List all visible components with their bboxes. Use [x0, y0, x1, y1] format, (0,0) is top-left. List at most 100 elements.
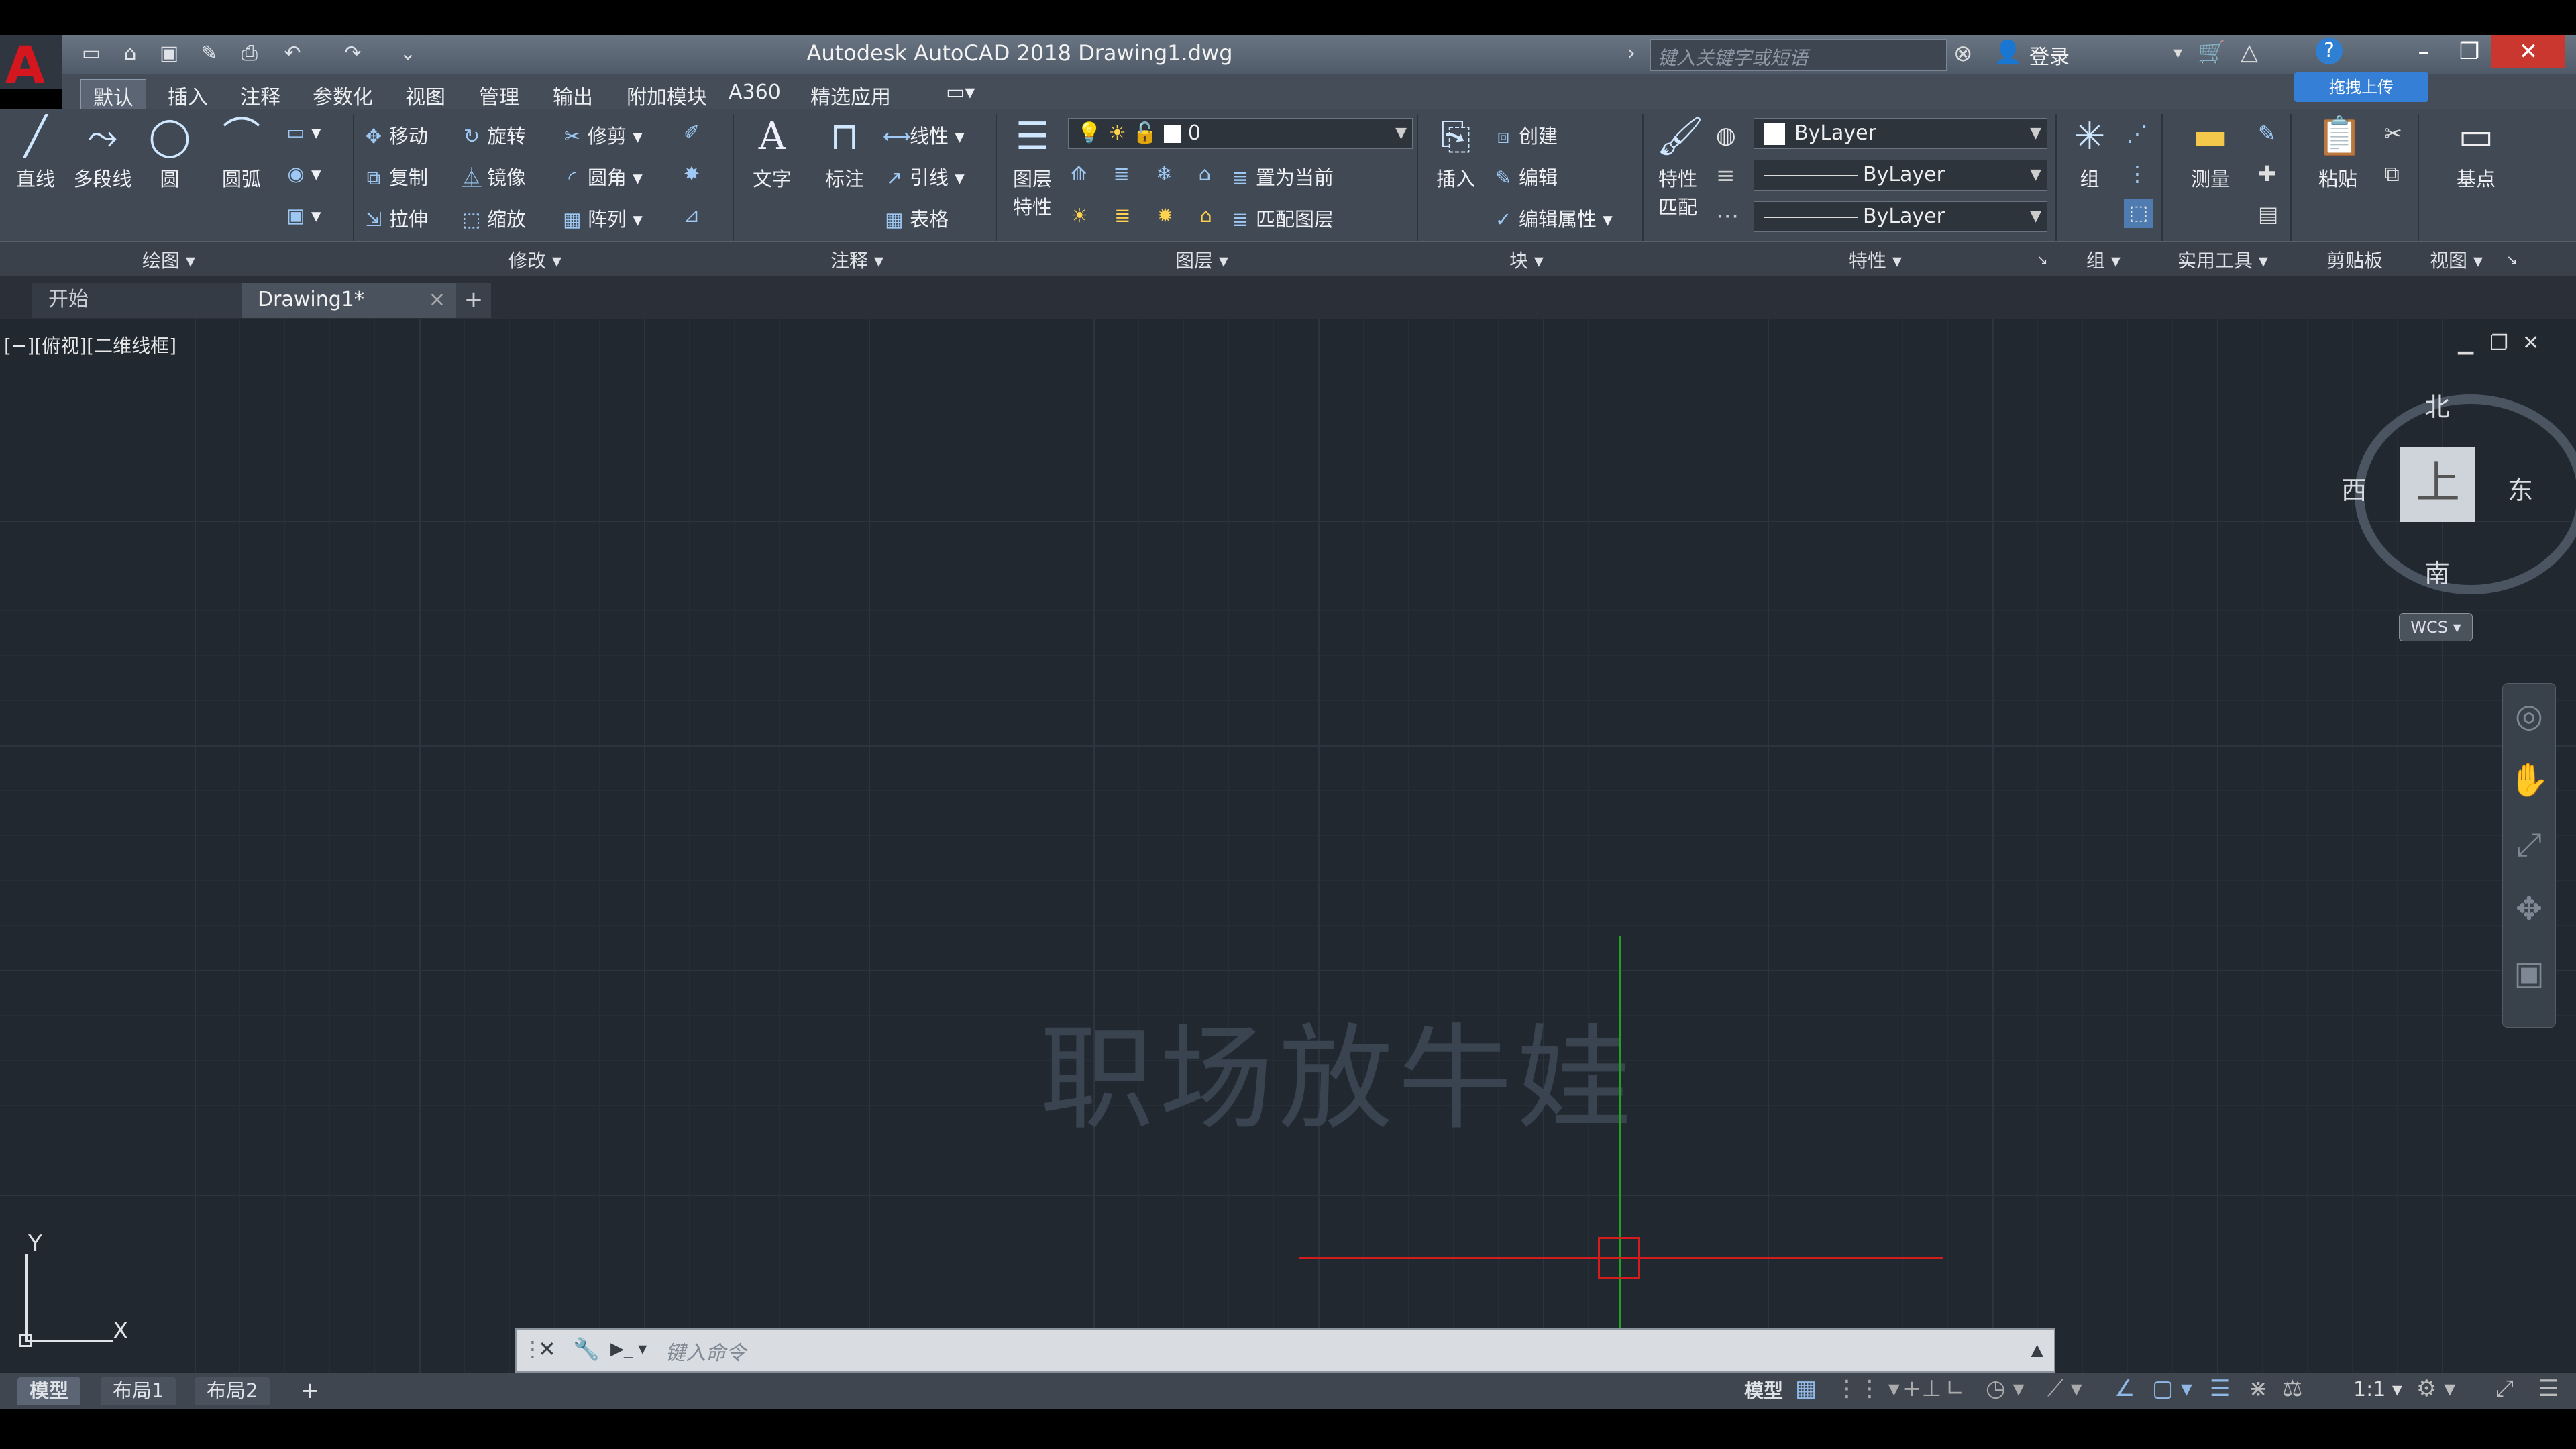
- cart-icon[interactable]: 🛒: [2198, 39, 2226, 66]
- grid-icon[interactable]: ▦: [1795, 1375, 1817, 1402]
- scale-tool[interactable]: ⬚ 缩放: [460, 204, 526, 232]
- layer-off-icon[interactable]: ⟰: [1071, 162, 1087, 185]
- layout-tab-model[interactable]: 模型: [17, 1377, 81, 1405]
- snap-icon[interactable]: ⋮⋮ ▾: [1835, 1375, 1900, 1402]
- rotate-tool[interactable]: ↻ 旋转: [460, 121, 526, 149]
- new-tab-button[interactable]: +: [456, 283, 491, 318]
- circle-tool[interactable]: ◯ 圆: [140, 115, 200, 192]
- color-dropdown[interactable]: ByLayer ▼: [1754, 118, 2047, 149]
- layer-lock-icon[interactable]: ⌂: [1199, 162, 1211, 185]
- login-button[interactable]: 登录: [2029, 40, 2070, 70]
- tab-a360[interactable]: A360: [716, 79, 793, 105]
- layer-unisolate-icon[interactable]: ≣: [1114, 204, 1130, 227]
- compass-south[interactable]: 南: [2424, 553, 2450, 590]
- edit-attributes-tool[interactable]: ✓ 编辑属性 ▾: [1492, 204, 1613, 232]
- fullscreen-icon[interactable]: ⤢: [2496, 1375, 2514, 1402]
- a360-icon[interactable]: △: [2241, 39, 2258, 66]
- table-tool[interactable]: ▦ 表格: [883, 204, 949, 232]
- copy-tool[interactable]: ⧉ 复制: [362, 162, 428, 191]
- compass-east[interactable]: 东: [2508, 470, 2533, 506]
- edit-block-tool[interactable]: ✎ 编辑: [1492, 162, 1558, 191]
- panel-layers[interactable]: 图层 ▾: [1175, 246, 1228, 273]
- move-tool[interactable]: ✥ 移动: [362, 121, 428, 149]
- measure-tool[interactable]: ▬ 测量: [2174, 115, 2247, 192]
- panel-block[interactable]: 块 ▾: [1509, 246, 1544, 273]
- tab-drawing1[interactable]: Drawing1* ×: [241, 283, 459, 318]
- panel-draw[interactable]: 绘图 ▾: [142, 246, 195, 273]
- match-properties-tool[interactable]: 🖌 特性 匹配: [1648, 115, 1708, 220]
- hatch-tool[interactable]: ◉ ▾: [284, 162, 321, 185]
- view-launcher-icon[interactable]: ↘: [2506, 252, 2518, 268]
- copy-clip-icon[interactable]: ⧉: [2384, 161, 2400, 187]
- command-line[interactable]: ⋮ ✕ 🔧 ▶_ ▾ 键入命令 ▲: [515, 1328, 2055, 1373]
- object-snap-tracking-icon[interactable]: ∠: [2114, 1375, 2135, 1402]
- layer-on-icon[interactable]: ☀: [1071, 204, 1088, 227]
- orbit-icon[interactable]: ✥: [2503, 877, 2555, 941]
- layout-tab-2[interactable]: 布局2: [195, 1377, 270, 1405]
- open-folder-icon[interactable]: ⌂: [119, 43, 141, 64]
- ribbon-options-icon[interactable]: ▭▾: [934, 79, 987, 105]
- application-menu-button[interactable]: A: [0, 35, 62, 95]
- viewport-minimize-icon[interactable]: ▁: [2458, 331, 2473, 355]
- lineweight-display-icon[interactable]: ☰: [2210, 1375, 2230, 1402]
- viewport-controls-label[interactable]: [−][俯视][二维线框]: [4, 331, 176, 358]
- object-snap-icon[interactable]: ▢ ▾: [2152, 1375, 2192, 1402]
- ungroup-icon[interactable]: ⋰: [2127, 121, 2148, 146]
- lineweight-dropdown[interactable]: ByLayer ▼: [1754, 201, 2047, 232]
- help-icon[interactable]: ?: [2316, 38, 2343, 64]
- line-tool[interactable]: ╱ 直线: [5, 115, 66, 192]
- pan-hand-icon[interactable]: ✋: [2503, 748, 2555, 812]
- insert-block-tool[interactable]: ⎘ 插入: [1424, 115, 1488, 192]
- add-layout-icon[interactable]: +: [288, 1377, 332, 1405]
- cut-icon[interactable]: ✂: [2384, 121, 2402, 146]
- array-tool[interactable]: ▦ 阵列 ▾: [561, 204, 643, 232]
- panel-utilities[interactable]: 实用工具 ▾: [2178, 246, 2268, 273]
- basepoint-tool[interactable]: ▭ 基点: [2439, 115, 2513, 192]
- viewport-restore-icon[interactable]: ❐: [2490, 331, 2508, 355]
- region-tool[interactable]: ▣ ▾: [284, 204, 321, 227]
- quick-select-icon[interactable]: ✎: [2258, 121, 2276, 146]
- wcs-menu-button[interactable]: WCS ▾: [2399, 613, 2473, 641]
- panel-groups[interactable]: 组 ▾: [2086, 246, 2121, 273]
- group-tool[interactable]: ✳ 组: [2059, 115, 2120, 192]
- dimension-tool[interactable]: ⊓ 标注: [814, 115, 875, 192]
- compass-north[interactable]: 北: [2424, 386, 2450, 423]
- command-prompt-icon[interactable]: ▶_ ▾: [610, 1339, 647, 1359]
- compass-west[interactable]: 西: [2341, 470, 2367, 506]
- tab-default[interactable]: 默认: [80, 79, 146, 112]
- trim-tool[interactable]: ✂ 修剪 ▾: [561, 121, 643, 149]
- layer-dropdown[interactable]: 💡 ☀ 🔓 0 ▼: [1068, 118, 1413, 149]
- set-current-tool[interactable]: ≣ 置为当前: [1229, 162, 1334, 191]
- ortho-icon[interactable]: ∟: [1945, 1375, 1965, 1402]
- login-dropdown-icon[interactable]: ▾: [2174, 43, 2182, 63]
- tab-annotate[interactable]: 注释: [228, 79, 292, 111]
- rectangle-tool[interactable]: ▭ ▾: [284, 121, 321, 144]
- linetype-dropdown[interactable]: ByLayer ▼: [1754, 160, 2047, 191]
- customization-menu-icon[interactable]: ☰: [2538, 1375, 2559, 1402]
- maximize-icon[interactable]: ❐: [2446, 35, 2493, 68]
- command-history-icon[interactable]: ▲: [2031, 1340, 2043, 1359]
- layer-unlock-icon[interactable]: ⌂: [1199, 204, 1212, 227]
- print-icon[interactable]: ⎙: [239, 43, 260, 64]
- offset-tool[interactable]: ⊿: [680, 204, 707, 227]
- chevron-right-icon[interactable]: ›: [1627, 42, 1635, 65]
- create-block-tool[interactable]: ⧈ 创建: [1492, 121, 1558, 149]
- infer-constraints-icon[interactable]: +⊥: [1902, 1375, 1941, 1402]
- paste-tool[interactable]: 📋 粘贴: [2301, 115, 2375, 192]
- showmotion-icon[interactable]: ▣: [2503, 941, 2555, 1006]
- match-layer-tool[interactable]: ≣ 匹配图层: [1229, 204, 1334, 232]
- user-icon[interactable]: 👤: [1994, 39, 2022, 66]
- fillet-tool[interactable]: ◜ 圆角 ▾: [561, 162, 642, 191]
- close-tab-icon[interactable]: ×: [429, 283, 445, 317]
- polyline-tool[interactable]: ⤳ 多段线: [66, 115, 140, 192]
- close-command-icon[interactable]: ✕: [538, 1336, 556, 1362]
- command-input[interactable]: 键入命令: [665, 1336, 746, 1366]
- tab-addins[interactable]: 附加模块: [614, 79, 719, 111]
- steering-wheel-icon[interactable]: ◎: [2503, 684, 2555, 748]
- explode-tool[interactable]: ✸: [680, 162, 707, 185]
- tab-insert[interactable]: 插入: [156, 79, 220, 111]
- leader-tool[interactable]: ↗ 引线 ▾: [883, 162, 965, 191]
- tab-start[interactable]: 开始: [32, 283, 250, 318]
- new-file-icon[interactable]: ▭: [80, 43, 102, 64]
- upload-button[interactable]: 拖拽上传: [2294, 72, 2428, 102]
